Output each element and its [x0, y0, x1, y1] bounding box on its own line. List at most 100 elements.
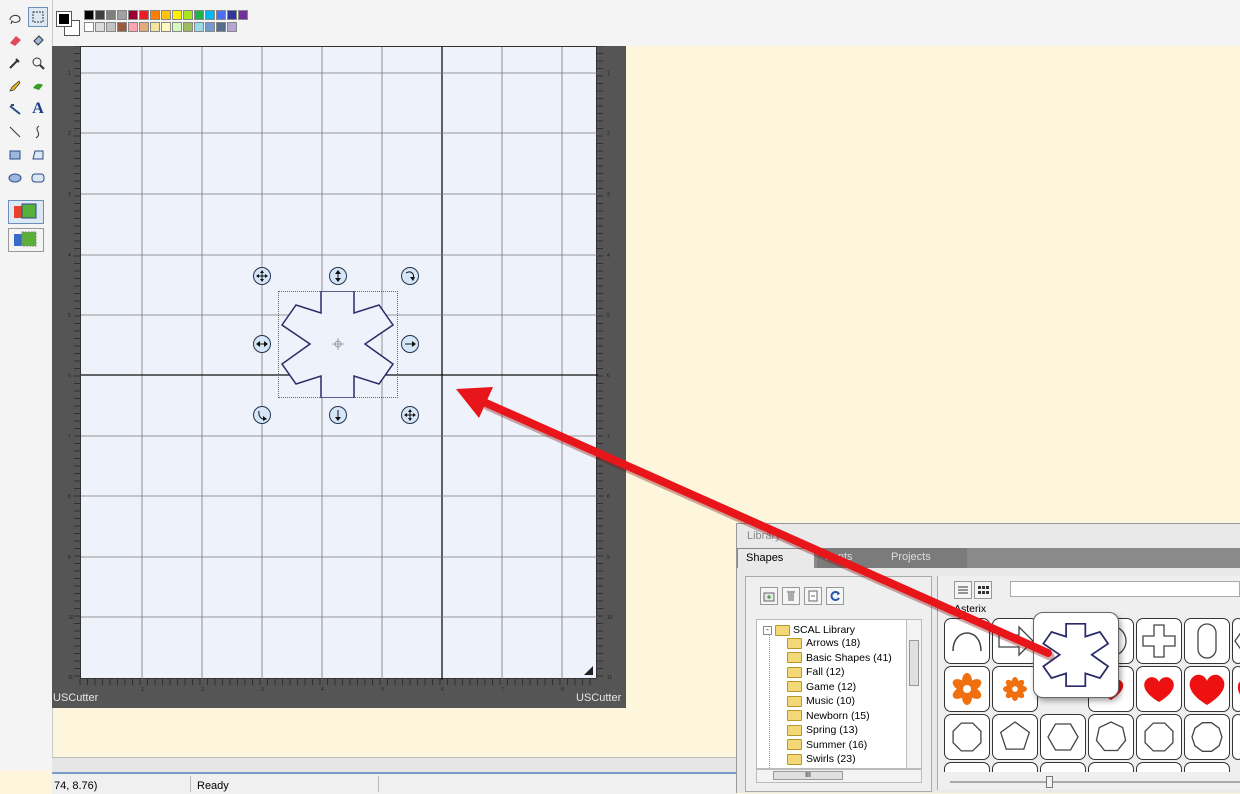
foreground-color-swatch[interactable] [56, 11, 72, 27]
eraser-icon[interactable] [5, 30, 25, 50]
lasso-tool-icon[interactable] [5, 8, 25, 28]
color-swatch[interactable] [161, 22, 171, 32]
color-swatch[interactable] [227, 10, 237, 20]
color-swatch[interactable] [227, 22, 237, 32]
shape-tile-row4-3[interactable] [1040, 762, 1086, 772]
tree-item[interactable]: Basic Shapes (41) [787, 652, 892, 664]
import-icon[interactable] [804, 587, 822, 605]
color-swatch[interactable] [95, 22, 105, 32]
grid-view-icon[interactable] [974, 581, 992, 599]
color-swatch[interactable] [128, 10, 138, 20]
color-swatch[interactable] [95, 10, 105, 20]
scale-handle-top[interactable] [329, 267, 347, 285]
pen-icon[interactable] [5, 99, 25, 119]
color-swatch[interactable] [117, 22, 127, 32]
rounded-rect-icon[interactable] [28, 168, 48, 188]
shape-tile-row4-5[interactable] [1136, 762, 1182, 772]
color-swatch[interactable] [139, 22, 149, 32]
color-swatch[interactable] [216, 22, 226, 32]
rotate-handle-top-right[interactable] [401, 267, 419, 285]
rotate-handle-bottom-left[interactable] [253, 406, 271, 424]
color-swatch[interactable] [84, 10, 94, 20]
tree-hscroll[interactable]: III [756, 769, 922, 783]
color-swatch[interactable] [205, 22, 215, 32]
shape-tile-decagon[interactable] [1184, 714, 1230, 760]
shape-tile-octagon-2[interactable] [1136, 714, 1182, 760]
tree-item[interactable]: Music (10) [787, 695, 855, 707]
rectangle-select-icon[interactable] [28, 7, 48, 27]
shape-tile-row4-2[interactable] [992, 762, 1038, 772]
rectangle-icon[interactable] [5, 145, 25, 165]
color-swatch[interactable] [128, 22, 138, 32]
shape-tile-heptagon[interactable] [1088, 714, 1134, 760]
shape-tile-arch[interactable] [944, 618, 990, 664]
tab-projects[interactable]: Projects [883, 548, 967, 568]
asterisk-shape[interactable] [278, 291, 398, 398]
layer-mode-2-icon[interactable] [8, 228, 44, 252]
text-icon[interactable]: A [28, 99, 48, 119]
brush-icon[interactable] [28, 76, 48, 96]
shape-tile-arrow[interactable] [992, 618, 1038, 664]
tree-item[interactable]: Newborn (15) [787, 710, 870, 722]
tree-vscroll[interactable] [906, 619, 922, 769]
color-swatch[interactable] [216, 10, 226, 20]
polygon-icon[interactable] [28, 145, 48, 165]
color-swatch[interactable] [194, 10, 204, 20]
line-icon[interactable] [5, 122, 25, 142]
scale-handle-left[interactable] [253, 335, 271, 353]
mat-grid[interactable] [80, 46, 598, 680]
color-swatch[interactable] [150, 22, 160, 32]
tab-shapes[interactable]: Shapes [737, 548, 815, 568]
tab-fonts[interactable]: Fonts [817, 548, 887, 568]
shape-tile-capsule[interactable] [1184, 618, 1230, 664]
shape-tile-chevron[interactable] [1232, 618, 1240, 664]
fill-icon[interactable] [28, 30, 48, 50]
cutting-mat[interactable]: 1 1 2 2 3 3 4 4 5 5 6 6 7 7 8 8 9 9 10 10 11 11 1 2 3 4 5 6 7 8 USCut… [52, 46, 626, 708]
refresh-icon[interactable] [826, 587, 844, 605]
current-colors[interactable] [56, 10, 80, 36]
tree-root[interactable]: - SCAL Library [763, 624, 855, 636]
curve-icon[interactable] [28, 122, 48, 142]
color-swatch[interactable] [172, 10, 182, 20]
color-swatch[interactable] [205, 10, 215, 20]
delete-icon[interactable] [782, 587, 800, 605]
scale-handle-right[interactable] [401, 335, 419, 353]
tile-size-slider[interactable] [950, 776, 1240, 788]
ellipse-icon[interactable] [5, 168, 25, 188]
shape-tile-pentagon[interactable] [992, 714, 1038, 760]
scale-handle-bottom[interactable] [329, 406, 347, 424]
new-folder-icon[interactable] [760, 587, 778, 605]
zoom-icon[interactable] [28, 53, 48, 73]
color-swatch[interactable] [150, 10, 160, 20]
layer-mode-1-icon[interactable] [8, 200, 44, 224]
color-swatch[interactable] [194, 22, 204, 32]
list-view-icon[interactable] [954, 581, 972, 599]
shape-tile-heart-partial[interactable] [1232, 666, 1240, 712]
tree-item[interactable]: Game (12) [787, 681, 856, 693]
tree-item[interactable]: Arrows (18) [787, 637, 860, 649]
tree-item[interactable]: Spring (13) [787, 724, 858, 736]
color-swatch[interactable] [183, 10, 193, 20]
color-swatch[interactable] [106, 22, 116, 32]
pencil-icon[interactable] [5, 76, 25, 96]
move-handle-bottom-right[interactable] [401, 406, 419, 424]
color-swatch[interactable] [117, 10, 127, 20]
eyedropper-icon[interactable] [5, 53, 25, 73]
slider-thumb[interactable] [1046, 776, 1053, 788]
color-swatch[interactable] [183, 22, 193, 32]
shape-tile-row4-1[interactable] [944, 762, 990, 772]
shape-tile-heart-large[interactable] [1184, 666, 1230, 712]
color-swatch[interactable] [84, 22, 94, 32]
shape-tile-row4-6[interactable] [1184, 762, 1230, 772]
shape-tile-flower-large[interactable] [944, 666, 990, 712]
shape-tile-octagon[interactable] [944, 714, 990, 760]
color-swatch[interactable] [161, 10, 171, 20]
color-swatch[interactable] [172, 22, 182, 32]
shape-search-input[interactable] [1010, 581, 1240, 597]
color-swatch[interactable] [139, 10, 149, 20]
shape-tile-heart-medium[interactable] [1136, 666, 1182, 712]
dragged-shape-tile[interactable] [1033, 612, 1119, 698]
canvas-hscroll[interactable] [52, 757, 736, 772]
shape-tile-flower-small[interactable] [992, 666, 1038, 712]
shape-tile-cross[interactable] [1136, 618, 1182, 664]
